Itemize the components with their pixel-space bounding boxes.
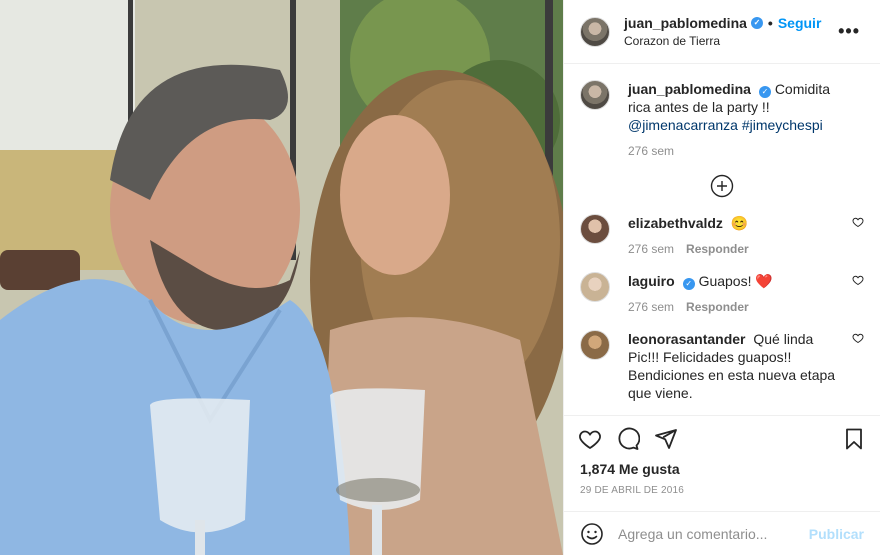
header-top-row: juan_pablomedina ✓ • Seguir xyxy=(624,15,834,31)
author-avatar[interactable] xyxy=(580,16,610,47)
verified-badge-icon: ✓ xyxy=(750,16,763,29)
comment-item: leonorasantander Qué linda Pic!!! Felici… xyxy=(580,330,864,402)
comment-like-heart-icon[interactable] xyxy=(852,274,864,286)
reply-button[interactable]: Responder xyxy=(686,298,749,316)
verified-badge-icon: ✓ xyxy=(758,86,771,98)
post-date[interactable]: 29 DE ABRIL DE 2016 xyxy=(564,481,880,511)
post-photo[interactable] xyxy=(0,0,563,555)
heart-icon[interactable] xyxy=(578,427,602,451)
more-options-icon[interactable]: ••• xyxy=(834,21,864,42)
comment-avatar[interactable] xyxy=(580,272,610,302)
comment-like-heart-icon[interactable] xyxy=(852,216,864,228)
share-icon[interactable] xyxy=(654,427,678,451)
caption-body: juan_pablomedina ✓ Comidita rica antes de… xyxy=(628,80,864,160)
emoji-icon[interactable] xyxy=(580,522,604,546)
separator-dot: • xyxy=(767,14,773,31)
post-side-panel: juan_pablomedina ✓ • Seguir Corazon de T… xyxy=(563,0,880,555)
save-icon[interactable] xyxy=(842,427,866,451)
reply-button[interactable]: Responder xyxy=(686,240,749,258)
comment-avatar[interactable] xyxy=(580,330,610,360)
comment-username[interactable]: laguiro xyxy=(628,273,675,289)
comment-body: leonorasantander Qué linda Pic!!! Felici… xyxy=(628,330,864,402)
caption-meta: 276 sem xyxy=(628,142,842,160)
comment-body: laguiro ✓ Guapos! ❤️ 276 sem Responder xyxy=(628,272,864,316)
comment-username[interactable]: leonorasantander xyxy=(628,331,745,347)
comment-like-heart-icon[interactable] xyxy=(852,332,864,344)
header-text: juan_pablomedina ✓ • Seguir Corazon de T… xyxy=(624,15,834,49)
comment-icon[interactable] xyxy=(616,427,640,451)
caption-avatar[interactable] xyxy=(580,80,610,110)
post-actions xyxy=(564,415,880,461)
comments-list[interactable]: juan_pablomedina ✓ Comidita rica antes de… xyxy=(564,64,880,415)
add-comment-bar: Publicar xyxy=(564,511,880,555)
verified-badge-icon: ✓ xyxy=(682,278,695,290)
caption-mention[interactable]: @jimenacarranza xyxy=(628,117,738,133)
comment-meta: 276 sem Responder xyxy=(628,240,842,258)
comment-time[interactable]: 276 sem xyxy=(628,298,674,316)
comment-avatar[interactable] xyxy=(580,214,610,244)
comment-text: 😊 xyxy=(730,215,749,231)
load-more-plus-icon[interactable] xyxy=(710,174,734,198)
comment-input[interactable] xyxy=(618,525,809,542)
likes-count[interactable]: 1,874 Me gusta xyxy=(564,461,880,481)
caption-hashtag[interactable]: #jimeychespi xyxy=(742,117,823,133)
comment-meta: 276 sem Responder xyxy=(628,298,842,316)
post-photo-illustration xyxy=(0,0,563,555)
post-header: juan_pablomedina ✓ • Seguir Corazon de T… xyxy=(564,0,880,64)
publish-button[interactable]: Publicar xyxy=(809,526,864,542)
caption-username[interactable]: juan_pablomedina xyxy=(628,81,751,97)
caption-time[interactable]: 276 sem xyxy=(628,142,674,160)
follow-button[interactable]: Seguir xyxy=(778,15,822,31)
comment-username[interactable]: elizabethvaldz xyxy=(628,215,723,231)
load-more xyxy=(580,174,864,198)
post-location[interactable]: Corazon de Tierra xyxy=(624,33,834,49)
author-username[interactable]: juan_pablomedina xyxy=(624,15,747,31)
comment-item: laguiro ✓ Guapos! ❤️ 276 sem Responder xyxy=(580,272,864,316)
comment-body: elizabethvaldz 😊 276 sem Responder xyxy=(628,214,864,258)
comment-time[interactable]: 276 sem xyxy=(628,240,674,258)
comment-item: elizabethvaldz 😊 276 sem Responder xyxy=(580,214,864,258)
comment-text: Guapos! ❤️ xyxy=(698,273,773,289)
instagram-post: juan_pablomedina ✓ • Seguir Corazon de T… xyxy=(0,0,880,555)
caption: juan_pablomedina ✓ Comidita rica antes de… xyxy=(580,80,864,160)
